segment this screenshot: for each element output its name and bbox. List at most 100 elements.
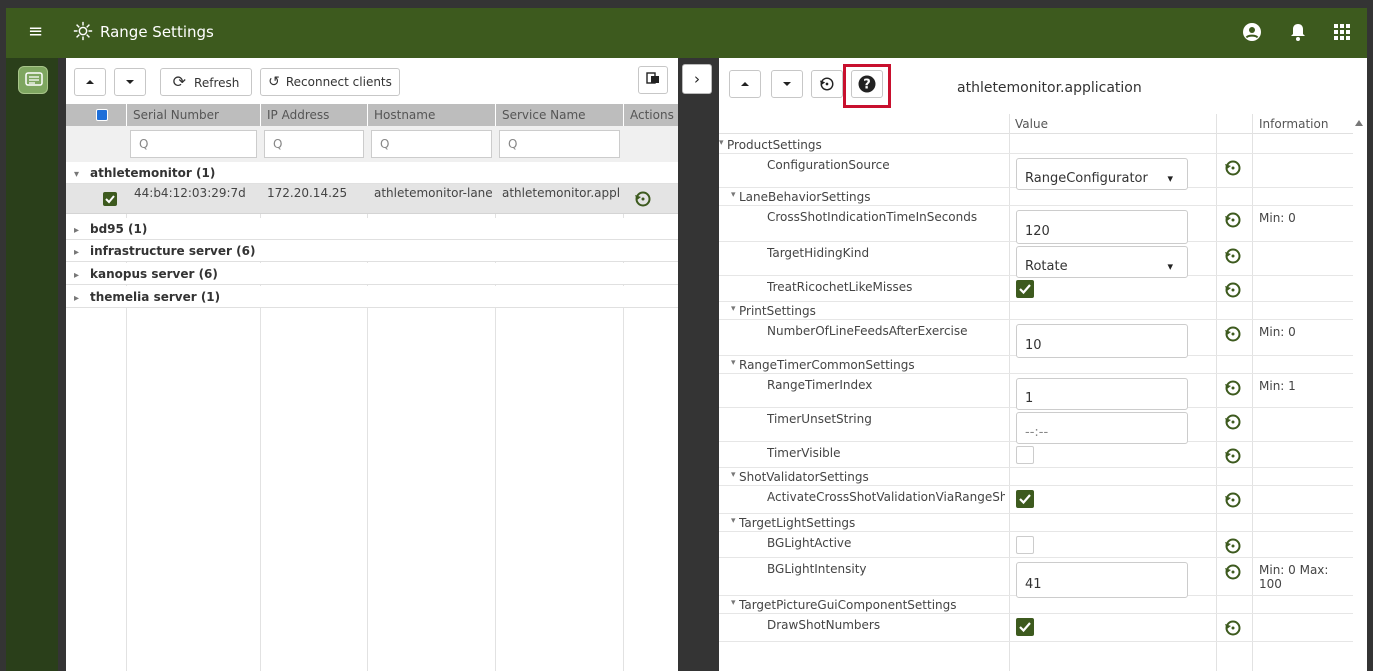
scroll-up-icon[interactable] (1355, 120, 1363, 126)
settings-group-label[interactable]: RangeTimerCommonSettings (739, 358, 915, 372)
setting-checkbox[interactable] (1016, 446, 1034, 464)
nav-settings-list-button[interactable] (18, 66, 48, 94)
settings-group-row: ▾ ShotValidatorSettings (719, 468, 1353, 486)
header-hostname[interactable]: Hostname (368, 104, 495, 126)
setting-input[interactable]: 1 (1016, 378, 1188, 410)
settings-down-button[interactable] (771, 70, 803, 98)
group-row-themelia[interactable]: ▸ themelia server (1) (66, 286, 678, 308)
setting-label: TreatRicochetLikeMisses (767, 280, 913, 294)
setting-row: ActivateCrossShotValidationViaRangeShotV… (719, 486, 1353, 514)
reset-icon[interactable] (1224, 491, 1242, 509)
table-row[interactable]: 44:b4:12:03:29:7d 172.20.14.25 athletemo… (66, 184, 678, 214)
caret-right-icon: ▸ (74, 270, 80, 281)
setting-row: TreatRicochetLikeMisses (719, 276, 1353, 302)
hamburger-menu-icon[interactable]: ≡ (28, 22, 43, 42)
setting-label: BGLightActive (767, 536, 852, 550)
settings-up-button[interactable] (729, 70, 761, 98)
apps-grid-icon[interactable] (1332, 22, 1352, 42)
settings-group-label[interactable]: PrintSettings (739, 304, 816, 318)
header-ip-address[interactable]: IP Address (261, 104, 367, 126)
arrow-up-icon (86, 80, 94, 84)
setting-checkbox[interactable] (1016, 536, 1034, 554)
reset-icon[interactable] (1224, 211, 1242, 229)
setting-value: --:-- (1025, 425, 1049, 440)
setting-input[interactable]: 10 (1016, 324, 1188, 358)
caret-right-icon: ▸ (74, 247, 80, 258)
reset-icon[interactable] (1224, 447, 1242, 465)
settings-group-label[interactable]: TargetPictureGuiComponentSettings (739, 598, 957, 612)
group-row-infrastructure[interactable]: ▸ infrastructure server (6) (66, 240, 678, 262)
setting-row: DrawShotNumbers (719, 614, 1353, 642)
settings-group-row: ▾ TargetPictureGuiComponentSettings (719, 596, 1353, 614)
reset-all-button[interactable] (811, 70, 843, 98)
caret-down-icon: ▾ (731, 598, 736, 608)
collapse-panel-button[interactable]: › (682, 64, 712, 94)
settings-group-label[interactable]: LaneBehaviorSettings (739, 190, 871, 204)
setting-checkbox[interactable] (1016, 618, 1034, 636)
move-up-button[interactable] (74, 68, 106, 96)
setting-checkbox[interactable] (1016, 280, 1034, 298)
group-row-bd95[interactable]: ▸ bd95 (1) (66, 218, 678, 240)
settings-group-label[interactable]: TargetLightSettings (739, 516, 855, 530)
hostname-filter-input[interactable]: Q (371, 130, 492, 158)
setting-input[interactable]: 41 (1016, 562, 1188, 598)
service-name-cell: athletemonitor.appli... (502, 186, 620, 200)
bell-icon[interactable] (1288, 22, 1308, 42)
reset-icon[interactable] (1224, 325, 1242, 343)
settings-panel: ? athletemonitor.application Value Infor… (719, 58, 1367, 671)
reconnect-clients-button[interactable]: ↺ Reconnect clients (260, 68, 400, 96)
setting-label: TimerVisible (767, 446, 841, 460)
setting-label: RangeTimerIndex (767, 378, 873, 392)
service-filter-input[interactable]: Q (499, 130, 620, 158)
serial-filter-input[interactable]: Q (130, 130, 257, 158)
setting-row: TimerVisible (719, 442, 1353, 468)
setting-info: Min: 0 (1259, 211, 1296, 225)
setting-dropdown[interactable]: RangeConfigurator ▾ (1016, 158, 1188, 190)
row-checkbox[interactable] (103, 192, 117, 206)
reset-icon[interactable] (1224, 379, 1242, 397)
serial-number-cell: 44:b4:12:03:29:7d (134, 186, 246, 200)
settings-group-row: ▾ RangeTimerCommonSettings (719, 356, 1353, 374)
setting-info: Min: 0 Max: 100 (1259, 563, 1329, 591)
reset-icon[interactable] (1224, 537, 1242, 555)
setting-dropdown[interactable]: Rotate ▾ (1016, 246, 1188, 278)
setting-input[interactable]: --:-- (1016, 412, 1188, 444)
reset-icon[interactable] (1224, 413, 1242, 431)
ip-address-cell: 172.20.14.25 (267, 186, 348, 200)
reset-icon[interactable] (1224, 563, 1242, 581)
refresh-button[interactable]: ⟳ Refresh (160, 68, 252, 96)
caret-down-icon: ▾ (731, 516, 736, 526)
reset-icon[interactable] (1224, 159, 1242, 177)
move-down-button[interactable] (114, 68, 146, 96)
arrow-up-icon (741, 82, 749, 86)
group-row-kanopus[interactable]: ▸ kanopus server (6) (66, 263, 678, 285)
reset-icon[interactable] (1224, 619, 1242, 637)
arrow-down-icon (126, 80, 134, 84)
settings-group-label[interactable]: ShotValidatorSettings (739, 470, 869, 484)
group-row-athletemonitor[interactable]: ▾ athletemonitor (1) (66, 162, 678, 184)
setting-value: Rotate (1025, 259, 1068, 274)
settings-group-label[interactable]: ProductSettings (727, 138, 822, 152)
user-account-icon[interactable] (1242, 22, 1262, 42)
reset-icon[interactable] (1224, 281, 1242, 299)
reset-icon[interactable] (1224, 247, 1242, 265)
setting-label: TargetHidingKind (767, 246, 870, 260)
setting-value: 41 (1025, 577, 1042, 592)
ip-filter-input[interactable]: Q (264, 130, 364, 158)
header-service-name[interactable]: Service Name (496, 104, 623, 126)
column-chooser-button[interactable] (638, 66, 668, 94)
reset-icon[interactable] (634, 190, 652, 208)
arrow-down-icon (783, 82, 791, 86)
header-serial-number[interactable]: Serial Number (127, 104, 260, 126)
setting-input[interactable]: 120 (1016, 210, 1188, 244)
setting-info: Min: 1 (1259, 379, 1296, 393)
select-all-checkbox[interactable] (96, 109, 108, 121)
gear-icon (73, 21, 93, 41)
caret-down-icon: ▾ (74, 169, 80, 180)
setting-label: ConfigurationSource (767, 158, 890, 172)
setting-label: DrawShotNumbers (767, 618, 881, 632)
setting-value: RangeConfigurator (1025, 171, 1148, 186)
left-nav-rail (6, 58, 58, 671)
setting-row: BGLightIntensity 41 Min: 0 Max: 100 (719, 558, 1353, 598)
setting-checkbox[interactable] (1016, 490, 1034, 508)
